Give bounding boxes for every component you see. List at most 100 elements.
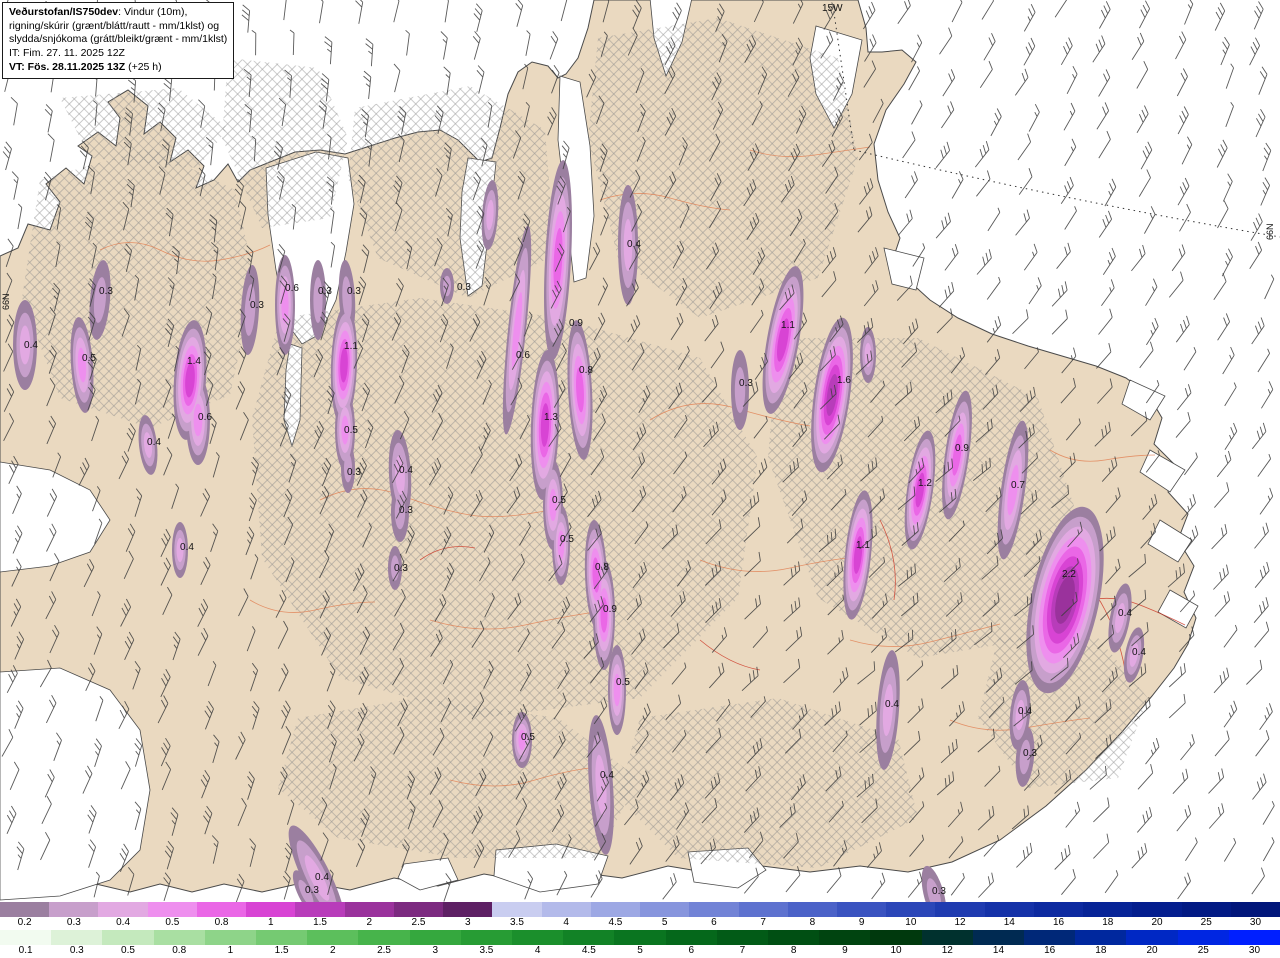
scale-cell bbox=[984, 902, 1034, 917]
scale-cell bbox=[153, 930, 205, 945]
scale-cell bbox=[492, 902, 542, 917]
hatch-area bbox=[22, 148, 255, 428]
title-line-rain: rigning/skúrir (grænt/blátt/rautt - mm/1… bbox=[9, 19, 220, 32]
scale-cell bbox=[640, 902, 690, 917]
precip-value-label: 0.3 bbox=[394, 563, 408, 574]
precip-value-label: 0.5 bbox=[552, 495, 566, 506]
scale-cell bbox=[819, 930, 871, 945]
scale-value: 0.5 bbox=[121, 945, 135, 956]
scale-value: 3.5 bbox=[510, 917, 524, 928]
precip-value-label: 0.4 bbox=[24, 340, 38, 351]
scale-value: 4 bbox=[563, 917, 569, 928]
precip-value-label: 0.6 bbox=[198, 412, 212, 423]
scale-value: 4.5 bbox=[581, 945, 596, 956]
precip-value-label: 0.9 bbox=[569, 318, 583, 329]
precip-value-label: 0.9 bbox=[603, 604, 617, 615]
scale-cell bbox=[295, 902, 345, 917]
scale-cell bbox=[51, 930, 103, 945]
scale-cell bbox=[393, 902, 444, 917]
scale-cell bbox=[738, 902, 788, 917]
precip-value-label: 1.1 bbox=[344, 341, 358, 352]
precip-value-label: 0.3 bbox=[1023, 748, 1037, 759]
scale-cell bbox=[972, 930, 1025, 945]
product-name: Veðurstofan/IS750dev bbox=[9, 6, 119, 18]
scale-value: 30 bbox=[1249, 917, 1262, 928]
scale-cell bbox=[787, 902, 837, 917]
scale-value: 3 bbox=[464, 917, 471, 928]
scale-value: 5 bbox=[637, 945, 643, 956]
scale-cell bbox=[0, 902, 50, 917]
precip-cell-ring bbox=[313, 277, 323, 323]
precip-value-label: 0.4 bbox=[399, 465, 413, 476]
precip-value-label: 0.4 bbox=[315, 872, 329, 883]
scale-value: 20 bbox=[1151, 917, 1163, 928]
scale-value: 3 bbox=[432, 945, 438, 956]
colorbar-bottom bbox=[0, 930, 1280, 945]
precip-value-label: 1.6 bbox=[837, 375, 851, 386]
scale-cell bbox=[204, 930, 257, 945]
scale-cell bbox=[1177, 930, 1229, 945]
precip-value-label: 0.4 bbox=[1018, 706, 1032, 717]
precip-value-label: 2.2 bbox=[1062, 569, 1076, 580]
precip-value-label: 0.5 bbox=[521, 732, 535, 743]
scale-cell bbox=[921, 930, 973, 945]
scale-cell bbox=[689, 902, 739, 917]
precip-value-label: 0.7 bbox=[1011, 480, 1025, 491]
scale-value: 10 bbox=[905, 917, 917, 928]
precip-value-label: 0.6 bbox=[516, 350, 530, 361]
precip-value-label: 0.4 bbox=[627, 239, 641, 250]
valid-time-bold: VT: Fös. 28.11.2025 13Z bbox=[9, 60, 126, 73]
scale-value: 0.8 bbox=[172, 945, 187, 956]
parallel-label-left: 66N bbox=[1, 293, 11, 310]
scale-cell bbox=[409, 930, 461, 945]
scale-value: 0.5 bbox=[165, 917, 180, 928]
scale-cell bbox=[246, 902, 296, 917]
scale-value: 4.5 bbox=[608, 917, 623, 928]
scale-cell bbox=[870, 930, 922, 945]
scale-cell bbox=[98, 902, 148, 917]
precip-value-label: 0.3 bbox=[347, 467, 361, 478]
scale-value: 5 bbox=[661, 917, 668, 928]
scale-value: 12 bbox=[941, 945, 953, 956]
precip-value-label: 0.4 bbox=[1118, 608, 1132, 619]
meridian-label-top: 15W bbox=[822, 3, 843, 14]
parallel-label-right: 66N bbox=[1265, 223, 1275, 240]
scale-value: 0.4 bbox=[116, 917, 131, 928]
valid-time: VT: Fös. 28.11.2025 13Z (+25 h) bbox=[9, 61, 227, 75]
scale-value: 6 bbox=[688, 945, 695, 956]
scale-cell bbox=[1132, 902, 1182, 917]
scale-value: 0.3 bbox=[66, 917, 81, 928]
precip-value-label: 0.8 bbox=[595, 562, 609, 573]
scale-value: 7 bbox=[739, 945, 746, 956]
precip-value-label: 1.4 bbox=[187, 356, 201, 367]
scale-cell bbox=[460, 930, 513, 945]
scale-value: 30 bbox=[1248, 945, 1261, 956]
precip-cell-ring bbox=[600, 597, 608, 633]
title-line-sleet: slydda/snjókoma (grátt/bleikt/grænt - mm… bbox=[9, 33, 228, 46]
precip-value-label: 0.3 bbox=[305, 885, 319, 896]
hatch-area bbox=[252, 298, 758, 718]
scale-value: 10 bbox=[890, 945, 902, 956]
scale-cell bbox=[102, 930, 154, 945]
scale-value: 18 bbox=[1095, 945, 1107, 956]
scale-cell bbox=[1228, 930, 1280, 945]
scale-value: 0.2 bbox=[17, 917, 32, 928]
scale-cell bbox=[49, 902, 99, 917]
precip-value-label: 0.4 bbox=[147, 437, 161, 448]
scale-value: 18 bbox=[1102, 917, 1114, 928]
scale-value: 12 bbox=[954, 917, 966, 928]
scale-cell bbox=[443, 902, 493, 917]
scale-cell bbox=[1230, 902, 1280, 917]
scale-value: 14 bbox=[992, 945, 1005, 956]
precip-value-label: 0.3 bbox=[932, 886, 946, 897]
precip-value-label: 1.2 bbox=[918, 478, 932, 489]
scale-value: 9 bbox=[858, 917, 865, 928]
precip-value-label: 0.8 bbox=[579, 365, 593, 376]
precip-value-label: 0.5 bbox=[616, 677, 630, 688]
precip-value-label: 0.3 bbox=[318, 286, 332, 297]
scale-value: 2 bbox=[330, 945, 336, 956]
precip-value-label: 0.4 bbox=[1132, 647, 1146, 658]
precip-value-label: 0.3 bbox=[399, 505, 413, 516]
precip-value-label: 1.3 bbox=[544, 412, 558, 423]
scale-cell bbox=[1181, 902, 1231, 917]
